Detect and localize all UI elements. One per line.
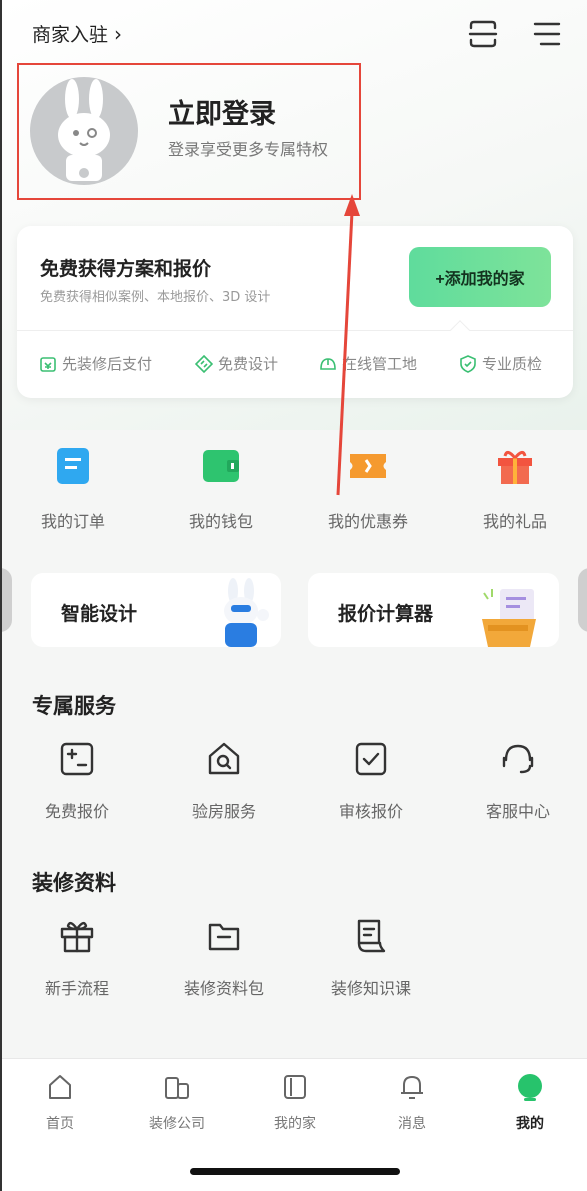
gift-box-icon	[60, 921, 94, 953]
services-section-title: 专属服务	[32, 694, 116, 718]
folder-icon	[208, 923, 240, 951]
service-customer-center[interactable]: 客服中心	[463, 740, 573, 822]
checklist-icon	[355, 742, 387, 776]
nav-label: 我的家	[274, 1116, 316, 1132]
bell-icon	[401, 1076, 423, 1099]
feature-label: 专业质检	[482, 355, 543, 373]
nav-label: 我的	[516, 1116, 544, 1132]
door-icon	[284, 1075, 306, 1099]
promo-quote-calculator[interactable]: 报价计算器	[308, 573, 559, 647]
nav-label: 装修公司	[149, 1116, 205, 1132]
feature-free-design[interactable]: 免费设计	[195, 353, 278, 374]
free-plan-card: 免费获得方案和报价 免费获得相似案例、本地报价、3D 设计 +添加我的家 先装修…	[17, 226, 573, 398]
nav-label: 消息	[398, 1116, 426, 1132]
service-house-inspection[interactable]: 验房服务	[169, 740, 279, 822]
quote-icon	[60, 742, 94, 776]
shield-check-icon	[460, 354, 476, 373]
card-notch	[450, 320, 470, 340]
feature-pay-later[interactable]: 先装修后支付	[39, 353, 152, 374]
service-label: 审核报价	[338, 802, 403, 821]
calculator-icon	[482, 589, 536, 647]
material-label: 新手流程	[44, 979, 109, 998]
rabbit-avatar-icon	[58, 79, 110, 181]
home-indicator[interactable]	[190, 1168, 400, 1175]
feature-quality-check[interactable]: 专业质检	[459, 353, 542, 374]
material-label: 装修知识课	[330, 979, 411, 998]
nav-item-home[interactable]: 首页	[20, 1073, 100, 1133]
service-label: 验房服务	[191, 802, 256, 821]
service-review-quote[interactable]: 审核报价	[316, 740, 426, 822]
material-label: 装修资料包	[183, 979, 264, 998]
quick-link-label: 我的订单	[40, 512, 105, 531]
annotation-arrow	[336, 194, 360, 496]
card-divider	[17, 330, 573, 331]
material-knowledge-course[interactable]: 装修知识课	[316, 917, 426, 999]
promo-smart-design[interactable]: 智能设计	[31, 573, 281, 647]
menu-icon[interactable]	[533, 21, 561, 47]
login-title[interactable]: 立即登录	[168, 92, 276, 131]
chevron-right-icon: ›	[114, 21, 123, 46]
service-label: 客服中心	[485, 802, 550, 821]
pay-icon	[40, 356, 56, 372]
scan-icon[interactable]	[468, 20, 498, 48]
card-subtitle: 免费获得相似案例、本地报价、3D 设计	[40, 290, 271, 305]
promo-title: 报价计算器	[338, 603, 434, 625]
add-my-home-button[interactable]: +添加我的家	[409, 247, 551, 307]
book-icon	[357, 919, 386, 953]
headset-icon	[502, 744, 534, 774]
nav-label: 首页	[46, 1116, 74, 1132]
service-label: 免费报价	[44, 802, 109, 821]
materials-section-title: 装修资料	[32, 871, 116, 895]
quick-link-label: 我的礼品	[482, 512, 547, 531]
avatar[interactable]	[30, 77, 138, 185]
nav-item-messages[interactable]: 消息	[372, 1073, 452, 1133]
carousel-left-edge	[0, 568, 12, 632]
house-search-icon	[208, 742, 240, 775]
gift-icon	[498, 451, 532, 484]
quick-link-label: 我的钱包	[188, 512, 253, 531]
quick-link-wallet[interactable]: 我的钱包	[166, 446, 276, 532]
profile-icon	[518, 1074, 542, 1101]
service-free-quote[interactable]: 免费报价	[22, 740, 132, 822]
wallet-icon	[203, 450, 239, 482]
order-icon	[57, 448, 89, 484]
nav-item-me[interactable]: 我的	[490, 1073, 570, 1133]
quick-link-gifts[interactable]: 我的礼品	[460, 446, 570, 532]
material-resource-pack[interactable]: 装修资料包	[169, 917, 279, 999]
nav-item-companies[interactable]: 装修公司	[137, 1073, 217, 1133]
quick-link-orders[interactable]: 我的订单	[18, 446, 128, 532]
building-icon	[165, 1077, 189, 1099]
feature-label: 免费设计	[218, 355, 279, 373]
promo-title: 智能设计	[61, 603, 138, 625]
rabbit-mascot-icon	[224, 578, 269, 647]
nav-item-my-home[interactable]: 我的家	[255, 1073, 335, 1133]
material-beginner-process[interactable]: 新手流程	[22, 917, 132, 999]
login-subtitle: 登录享受更多专属特权	[168, 140, 329, 159]
carousel-right-edge	[578, 568, 587, 632]
home-icon	[49, 1075, 71, 1099]
merchant-entry-link[interactable]: 商家入驻 ›	[32, 20, 122, 47]
design-icon	[195, 354, 213, 373]
quick-link-label: 我的优惠券	[327, 512, 408, 531]
merchant-entry-label: 商家入驻	[32, 24, 109, 46]
feature-label: 先装修后支付	[62, 355, 153, 373]
card-title: 免费获得方案和报价	[40, 258, 212, 280]
